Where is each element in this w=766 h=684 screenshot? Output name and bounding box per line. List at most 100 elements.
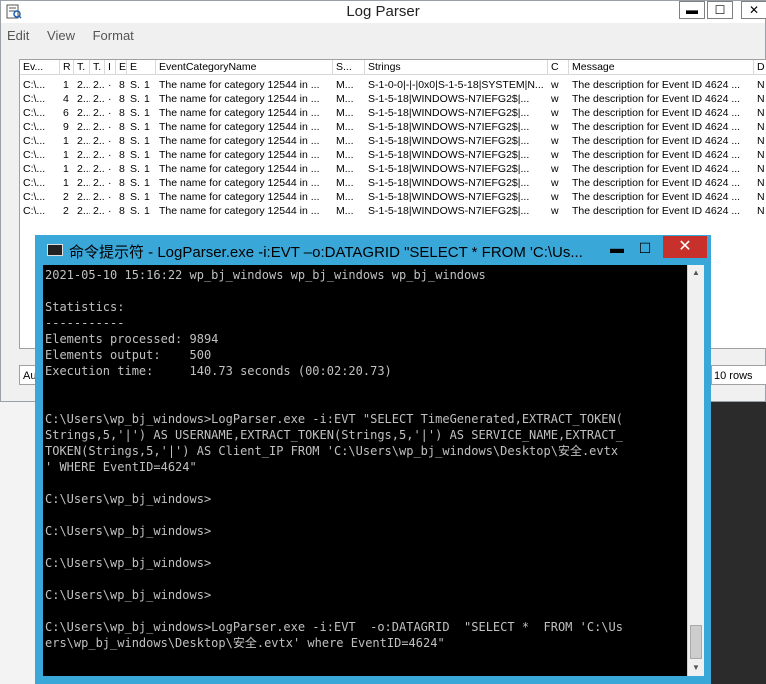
table-row[interactable]: C:\...12...2...·8S.1The name for categor… bbox=[20, 162, 766, 176]
table-cell: 9 bbox=[63, 121, 69, 133]
table-cell: N bbox=[757, 191, 765, 203]
cmd-window: 命令提示符 - LogParser.exe -i:EVT –o:DATAGRID… bbox=[35, 235, 711, 684]
table-cell: 2... bbox=[93, 205, 105, 217]
table-cell: M... bbox=[336, 79, 354, 91]
column-header[interactable]: T. bbox=[90, 60, 105, 74]
table-row[interactable]: C:\...22...2...·8S.1The name for categor… bbox=[20, 190, 766, 204]
table-cell: 2... bbox=[77, 205, 90, 217]
table-cell: 6 bbox=[63, 107, 69, 119]
table-cell: 2... bbox=[93, 107, 105, 119]
table-cell: w bbox=[551, 163, 559, 175]
cmd-maximize-button[interactable]: ☐ bbox=[631, 237, 659, 259]
table-cell: 2 bbox=[63, 191, 69, 203]
table-cell: N bbox=[757, 205, 765, 217]
table-cell: The description for Event ID 4624 ... bbox=[572, 107, 741, 119]
table-cell: 8 bbox=[119, 107, 125, 119]
table-cell: N bbox=[757, 93, 765, 105]
table-cell: S-1-5-18|WINDOWS-N7IEFG2$|... bbox=[368, 177, 530, 189]
column-header[interactable]: EventCategoryName bbox=[156, 60, 333, 74]
table-cell: 2... bbox=[77, 93, 90, 105]
cmd-minimize-button[interactable]: ▬ bbox=[603, 237, 631, 259]
table-cell: The name for category 12544 in ... bbox=[159, 93, 320, 105]
table-cell: 2... bbox=[93, 149, 105, 161]
cmd-close-button[interactable]: ✕ bbox=[663, 236, 707, 258]
column-header[interactable]: T. bbox=[74, 60, 90, 74]
table-cell: 2... bbox=[93, 191, 105, 203]
column-header[interactable]: Ev... bbox=[20, 60, 60, 74]
table-row[interactable]: C:\...62...2...·8S.1The name for categor… bbox=[20, 106, 766, 120]
table-row[interactable]: C:\...22...2...·8S.1The name for categor… bbox=[20, 204, 766, 218]
table-cell: The name for category 12544 in ... bbox=[159, 121, 320, 133]
menu-edit[interactable]: Edit bbox=[7, 28, 29, 43]
table-cell: The name for category 12544 in ... bbox=[159, 163, 320, 175]
table-cell: · bbox=[108, 205, 112, 217]
table-cell: The name for category 12544 in ... bbox=[159, 149, 320, 161]
column-header[interactable]: D bbox=[754, 60, 766, 74]
table-cell: M... bbox=[336, 191, 354, 203]
table-cell: S. bbox=[130, 149, 140, 161]
column-header[interactable]: Strings bbox=[365, 60, 548, 74]
table-cell: N bbox=[757, 107, 765, 119]
table-cell: The description for Event ID 4624 ... bbox=[572, 163, 741, 175]
table-cell: M... bbox=[336, 149, 354, 161]
table-cell: The description for Event ID 4624 ... bbox=[572, 93, 741, 105]
table-cell: S. bbox=[130, 177, 140, 189]
table-cell: 1 bbox=[144, 79, 150, 91]
table-cell: S. bbox=[130, 135, 140, 147]
table-cell: 1 bbox=[144, 191, 150, 203]
table-cell: S. bbox=[130, 163, 140, 175]
table-cell: 8 bbox=[119, 191, 125, 203]
scroll-down-arrow-icon[interactable]: ▼ bbox=[688, 660, 704, 676]
table-row[interactable]: C:\...92...2...·8S.1The name for categor… bbox=[20, 120, 766, 134]
table-cell: 1 bbox=[144, 107, 150, 119]
console-output[interactable]: 2021-05-10 15:16:22 wp_bj_windows wp_bj_… bbox=[43, 265, 687, 676]
maximize-button[interactable]: ☐ bbox=[707, 1, 733, 19]
table-cell: C:\... bbox=[23, 177, 46, 189]
console-text: 2021-05-10 15:16:22 wp_bj_windows wp_bj_… bbox=[45, 268, 623, 650]
menu-view[interactable]: View bbox=[47, 28, 75, 43]
table-cell: 1 bbox=[63, 149, 69, 161]
table-cell: The name for category 12544 in ... bbox=[159, 79, 320, 91]
column-header[interactable]: E bbox=[116, 60, 127, 74]
table-cell: 2... bbox=[77, 79, 90, 91]
table-cell: C:\... bbox=[23, 79, 46, 91]
column-header[interactable]: R bbox=[60, 60, 74, 74]
close-button[interactable]: ✕ bbox=[741, 1, 766, 19]
table-cell: C:\... bbox=[23, 149, 46, 161]
table-cell: S-1-5-18|WINDOWS-N7IEFG2$|... bbox=[368, 93, 530, 105]
table-row[interactable]: C:\...12...2...·8S.1The name for categor… bbox=[20, 148, 766, 162]
menu-format[interactable]: Format bbox=[93, 28, 134, 43]
scroll-up-arrow-icon[interactable]: ▲ bbox=[688, 265, 704, 281]
table-cell: S. bbox=[130, 79, 140, 91]
column-header[interactable]: C bbox=[548, 60, 569, 74]
table-cell: M... bbox=[336, 107, 354, 119]
table-cell: C:\... bbox=[23, 121, 46, 133]
table-row[interactable]: C:\...12...2...·8S.1The name for categor… bbox=[20, 78, 766, 92]
column-header[interactable]: Message bbox=[569, 60, 754, 74]
table-cell: 1 bbox=[63, 177, 69, 189]
console-scrollbar[interactable]: ▲ ▼ bbox=[687, 265, 704, 676]
table-cell: w bbox=[551, 205, 559, 217]
logparser-title: Log Parser bbox=[346, 3, 420, 20]
table-cell: M... bbox=[336, 177, 354, 189]
column-header[interactable]: S... bbox=[333, 60, 365, 74]
column-header[interactable]: E bbox=[127, 60, 156, 74]
table-cell: w bbox=[551, 191, 559, 203]
table-cell: 1 bbox=[144, 163, 150, 175]
minimize-button[interactable]: ▬ bbox=[679, 1, 705, 19]
table-cell: S-1-5-18|WINDOWS-N7IEFG2$|... bbox=[368, 191, 530, 203]
table-cell: C:\... bbox=[23, 135, 46, 147]
table-cell: w bbox=[551, 79, 559, 91]
table-row[interactable]: C:\...12...2...·8S.1The name for categor… bbox=[20, 176, 766, 190]
table-row[interactable]: C:\...12...2...·8S.1The name for categor… bbox=[20, 134, 766, 148]
table-cell: 1 bbox=[144, 149, 150, 161]
table-row[interactable]: C:\...42...2...·8S.1The name for categor… bbox=[20, 92, 766, 106]
cmd-titlebar[interactable]: 命令提示符 - LogParser.exe -i:EVT –o:DATAGRID… bbox=[35, 235, 711, 265]
column-header[interactable]: I bbox=[105, 60, 116, 74]
table-cell: w bbox=[551, 107, 559, 119]
logparser-titlebar[interactable]: Log Parser ▬ ☐ ✕ bbox=[1, 1, 766, 23]
scroll-thumb[interactable] bbox=[690, 625, 702, 659]
table-cell: N bbox=[757, 121, 765, 133]
table-cell: The description for Event ID 4624 ... bbox=[572, 191, 741, 203]
table-cell: C:\... bbox=[23, 163, 46, 175]
